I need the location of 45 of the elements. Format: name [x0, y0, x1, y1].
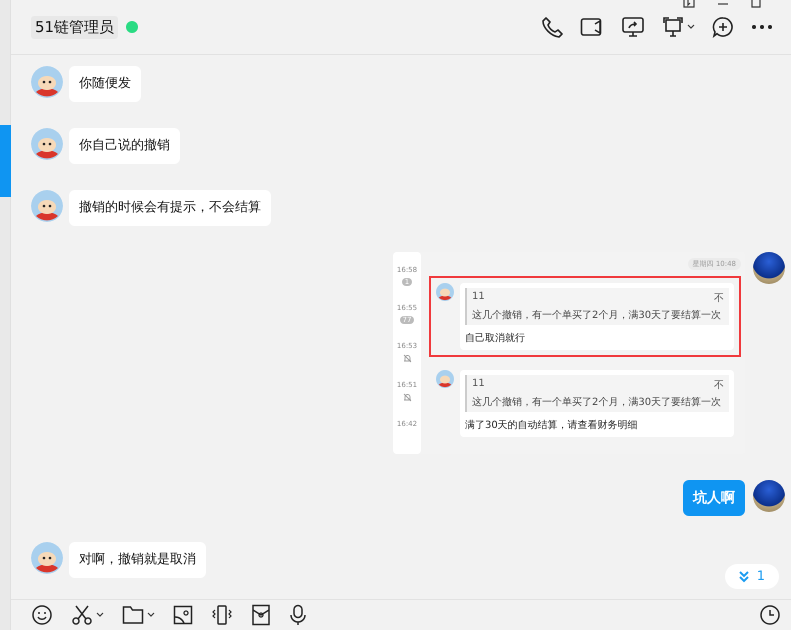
quote-text: 这几个撤销，有一个单买了2个月，满30天了要结算一次	[472, 308, 722, 322]
scissors-icon[interactable]	[71, 604, 93, 626]
phone-icon[interactable]	[541, 16, 563, 38]
quote-sender: 11	[472, 378, 485, 391]
reply-text: 自己取消就行	[465, 332, 526, 345]
more-icon[interactable]	[751, 24, 773, 30]
cartoon-avatar[interactable]	[31, 128, 63, 160]
add-chat-icon[interactable]	[712, 16, 734, 38]
photo-avatar[interactable]	[753, 252, 785, 284]
reply-text: 满了30天的自动结算，请查看财务明细	[465, 418, 639, 432]
muted-bell-icon	[402, 354, 412, 363]
message-bubble: 坑人啊	[683, 480, 745, 516]
quote-mark: 不	[714, 379, 724, 392]
chat-title[interactable]: 51链管理员	[31, 16, 118, 38]
message-bubble: 你随便发	[69, 66, 141, 102]
cartoon-avatar	[436, 370, 454, 388]
cartoon-avatar[interactable]	[31, 66, 63, 98]
photo-avatar[interactable]	[753, 480, 785, 512]
cartoon-avatar[interactable]	[31, 542, 63, 574]
message-bubble: 撤销的时候会有提示，不会结算	[69, 190, 271, 226]
clock-icon[interactable]	[759, 604, 781, 626]
cartoon-avatar	[436, 283, 454, 301]
screen-capture-icon[interactable]	[662, 16, 684, 38]
active-marker	[0, 125, 11, 197]
double-chevron-down-icon	[738, 570, 749, 582]
cartoon-avatar[interactable]	[31, 190, 63, 222]
quote-text: 这几个撤销，有一个单买了2个月，满30天了要结算一次	[472, 396, 722, 409]
screen-share-icon[interactable]	[621, 16, 645, 38]
microphone-icon[interactable]	[289, 604, 307, 626]
emoji-icon[interactable]	[31, 604, 53, 626]
message-bubble: 对啊，撤销就是取消	[69, 542, 206, 578]
envelope-icon[interactable]	[251, 604, 271, 626]
quote-sender: 11	[472, 291, 485, 304]
muted-bell-icon	[402, 393, 412, 402]
caret-icon[interactable]	[96, 612, 104, 618]
quote-mark: 不	[714, 292, 724, 305]
pin-icon[interactable]	[683, 0, 695, 8]
caret-icon[interactable]	[687, 24, 695, 30]
maximize-icon[interactable]	[751, 0, 761, 8]
message-bubble: 你自己说的撤销	[69, 128, 180, 164]
image-icon[interactable]	[173, 605, 193, 625]
caret-icon[interactable]	[147, 612, 155, 618]
video-camera-icon[interactable]	[580, 16, 604, 38]
folder-icon[interactable]	[122, 605, 144, 625]
vibrate-icon[interactable]	[211, 604, 233, 626]
